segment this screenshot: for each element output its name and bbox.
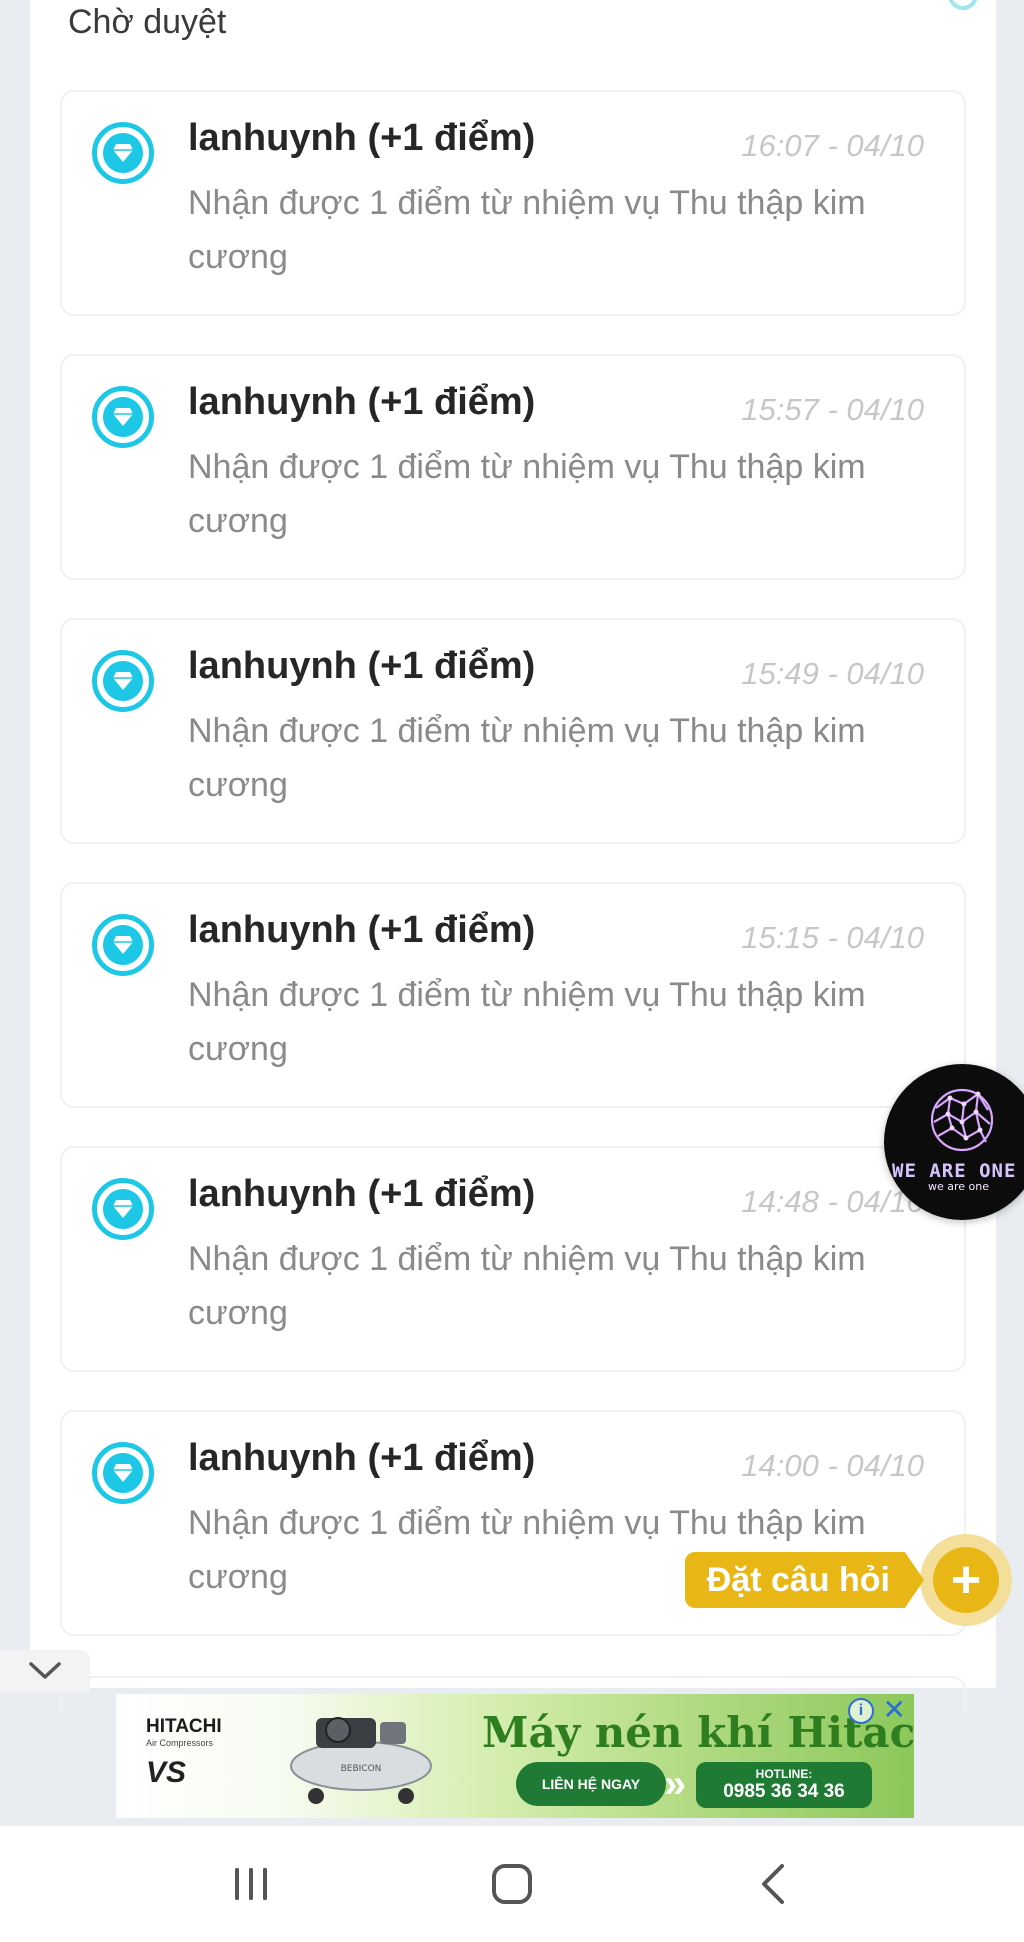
diamond-icon: [92, 650, 154, 712]
diamond-icon: [92, 386, 154, 448]
avatar-text: WE ARE ONE: [892, 1160, 1017, 1182]
notification-message: Nhận được 1 điểm từ nhiệm vụ Thu thập ki…: [188, 1240, 866, 1332]
list-item[interactable]: lanhuynh (+1 điểm) 15:15 - 04/10 Nhận được…: [60, 882, 966, 1108]
list-item[interactable]: lanhuynh (+1 điểm) 15:57 - 04/10 Nhận được…: [60, 354, 966, 580]
floating-avatar-button[interactable]: WE ARE ONE we are one: [884, 1064, 1024, 1220]
diamond-icon: [92, 914, 154, 976]
notification-user[interactable]: lanhuynh (+1 điểm): [188, 1434, 535, 1482]
compressor-image-icon: BEBICON: [290, 1717, 432, 1804]
notification-time: 16:07 - 04/10: [741, 128, 924, 163]
diamond-icon: [92, 1178, 154, 1240]
notification-message: Nhận được 1 điểm từ nhiệm vụ Thu thập ki…: [188, 712, 866, 804]
ad-hotline-label: HOTLINE:: [755, 1767, 813, 1781]
diamond-icon: [92, 122, 154, 184]
list-item[interactable]: lanhuynh (+1 điểm) 16:07 - 04/10 Nhận được…: [60, 90, 966, 316]
avatar-subtext: we are one: [928, 1180, 990, 1193]
home-icon: [491, 1864, 532, 1904]
list-item[interactable]: lanhuynh (+1 điểm) 15:49 - 04/10 Nhận được…: [60, 618, 966, 844]
home-button[interactable]: [472, 1844, 552, 1924]
ad-product-label: BEBICON: [341, 1764, 382, 1774]
ad-banner[interactable]: HITACHI Air Compressors VS BEBICON Máy n…: [116, 1694, 914, 1818]
diamond-icon: [92, 1442, 154, 1504]
ad-brand-sub: Air Compressors: [146, 1738, 214, 1748]
notification-user[interactable]: lanhuynh (+1 điểm): [188, 642, 535, 690]
list-item[interactable]: lanhuynh (+1 điểm) 14:48 - 04/10 Nhận được…: [60, 1146, 966, 1372]
back-button[interactable]: [733, 1844, 813, 1924]
ad-hotline[interactable]: HOTLINE: 0985 36 34 36: [696, 1762, 872, 1808]
notification-message: Nhận được 1 điểm từ nhiệm vụ Thu thập ki…: [188, 448, 866, 540]
recents-button[interactable]: [211, 1844, 291, 1924]
system-navbar: [0, 1826, 1024, 1942]
ad-hotline-number: 0985 36 34 36: [723, 1781, 845, 1802]
ad-brand: HITACHI: [146, 1716, 222, 1737]
notification-message: Nhận được 1 điểm từ nhiệm vụ Thu thập ki…: [188, 976, 866, 1068]
back-icon: [762, 1864, 785, 1904]
partial-ring-icon: [948, 0, 978, 10]
ad-series: VS: [146, 1756, 187, 1789]
notification-user[interactable]: lanhuynh (+1 điểm): [188, 378, 535, 426]
notification-time: 15:15 - 04/10: [741, 920, 924, 955]
notification-user[interactable]: lanhuynh (+1 điểm): [188, 906, 535, 954]
notification-time: 15:49 - 04/10: [741, 656, 924, 691]
notification-message: Nhận được 1 điểm từ nhiệm vụ Thu thập ki…: [188, 184, 866, 276]
section-title: Chờ duyệt: [68, 3, 227, 41]
ask-question-label[interactable]: Đặt câu hỏi: [684, 1552, 924, 1608]
notification-panel: Chờ duyệt lanhuynh (+1 điểm) 16:07 - 04/1…: [30, 0, 996, 1716]
ask-question-button[interactable]: +: [920, 1534, 1012, 1626]
globe-logo-icon: [930, 1088, 994, 1152]
double-chevron-right-icon: »: [664, 1762, 687, 1806]
ad-cta-button[interactable]: LIÊN HỆ NGAY: [516, 1762, 666, 1806]
ask-question-widget[interactable]: Đặt câu hỏi +: [684, 1530, 1012, 1630]
recents-icon: [234, 1868, 267, 1900]
plus-icon: +: [933, 1547, 999, 1613]
ad-close-icon[interactable]: ✕: [883, 1696, 906, 1724]
notification-user[interactable]: lanhuynh (+1 điểm): [188, 114, 535, 162]
notification-time: 14:00 - 04/10: [741, 1448, 924, 1483]
notification-user[interactable]: lanhuynh (+1 điểm): [188, 1170, 535, 1218]
notification-time: 15:57 - 04/10: [741, 392, 924, 427]
ad-info-icon[interactable]: i: [848, 1698, 874, 1724]
chevron-down-icon: [29, 1662, 61, 1679]
collapse-ad-button[interactable]: [0, 1650, 90, 1692]
